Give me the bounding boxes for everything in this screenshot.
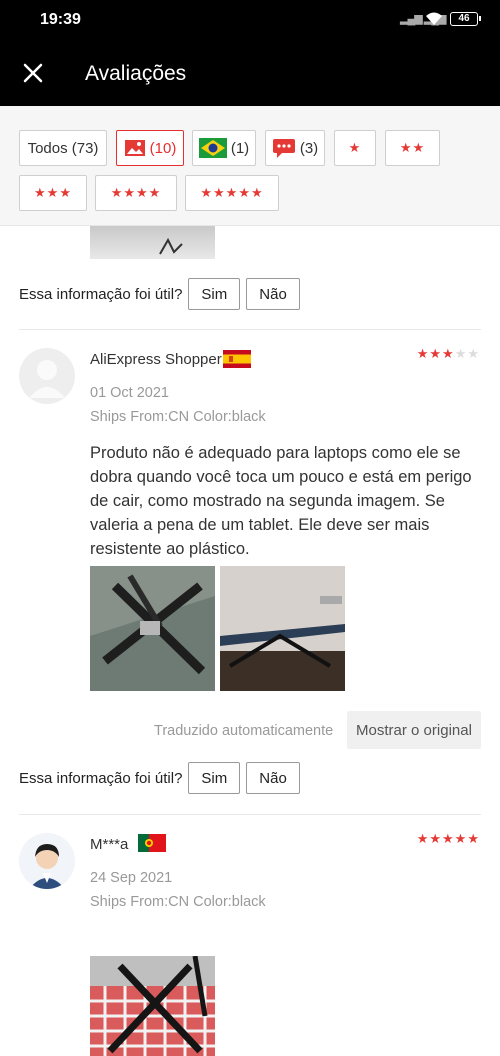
- avatar: [19, 833, 75, 889]
- review-photo[interactable]: [90, 956, 215, 1056]
- brazil-flag-icon: [198, 138, 227, 158]
- review-list[interactable]: Essa informação foi útil? Sim Não AliExp…: [0, 226, 500, 1056]
- review-filter-bar: Todos (73) (10) (1) (3) ★ ★★ ★★★ ★★★★ ★★…: [0, 106, 500, 226]
- app-header: Avaliações: [0, 40, 500, 106]
- filter-all[interactable]: Todos (73): [19, 130, 107, 166]
- comment-icon: [272, 139, 295, 158]
- photo-content: [90, 956, 215, 1056]
- filter-country[interactable]: (1): [192, 130, 256, 166]
- divider: [19, 814, 481, 815]
- helpful-no-button[interactable]: Não: [246, 278, 300, 310]
- filter-country-count: (1): [230, 139, 250, 157]
- review-photo[interactable]: [220, 566, 345, 691]
- stars-filled: ★★★★★: [416, 831, 480, 846]
- image-icon: [124, 140, 145, 156]
- filter-comments-count: (3): [299, 139, 319, 157]
- stars-icon: ★★★: [34, 185, 72, 200]
- filter-comments[interactable]: (3): [265, 130, 325, 166]
- helpful-question: Essa informação foi útil?: [19, 769, 183, 787]
- stars-filled: ★★★: [416, 346, 455, 361]
- helpful-yes-button[interactable]: Sim: [188, 278, 241, 310]
- review-date: 01 Oct 2021: [90, 385, 169, 401]
- stars-icon: ★★★★: [110, 185, 162, 200]
- helpful-no-button[interactable]: Não: [246, 762, 300, 794]
- review-meta: Ships From:CN Color:black: [90, 409, 266, 425]
- auto-translated-note: Traduzido automaticamente: [154, 723, 334, 739]
- user-avatar-icon: [19, 833, 75, 889]
- divider: [19, 329, 481, 330]
- show-original-label: Mostrar o original: [356, 721, 472, 739]
- show-original-button[interactable]: Mostrar o original: [347, 711, 481, 749]
- helpful-prompt: Essa informação foi útil? Sim Não: [19, 762, 300, 794]
- wifi-icon: [426, 12, 442, 25]
- portugal-flag-icon: [138, 834, 166, 852]
- star-icon: ★: [348, 140, 362, 155]
- review-date: 24 Sep 2021: [90, 870, 173, 886]
- avatar: [19, 348, 75, 404]
- review-photo[interactable]: [90, 566, 215, 691]
- review-meta: Ships From:CN Color:black: [90, 894, 266, 910]
- battery-icon: 46: [450, 12, 481, 26]
- close-icon[interactable]: [20, 60, 46, 86]
- status-time: 19:39: [40, 11, 81, 28]
- review-rating: ★★★★★: [417, 346, 480, 362]
- filter-3-stars[interactable]: ★★★: [19, 175, 87, 211]
- reviewer-name: AliExpress Shopper: [90, 351, 222, 368]
- filter-4-stars[interactable]: ★★★★: [95, 175, 177, 211]
- default-avatar-icon: [29, 360, 65, 398]
- filter-2-stars[interactable]: ★★: [385, 130, 440, 166]
- review-photo[interactable]: [90, 226, 215, 259]
- filter-1-star[interactable]: ★: [334, 130, 376, 166]
- stars-empty: ★★: [454, 346, 480, 361]
- stars-icon: ★★★★★: [200, 185, 264, 200]
- spain-flag-icon: [223, 350, 251, 368]
- helpful-question: Essa informação foi útil?: [19, 285, 183, 303]
- review-rating: ★★★★★: [417, 831, 480, 847]
- filter-all-label: Todos (73): [27, 139, 99, 157]
- review-text: Produto não é adequado para laptops como…: [90, 444, 472, 558]
- photo-content: [90, 566, 215, 691]
- photo-content: [159, 237, 183, 255]
- filter-5-stars[interactable]: ★★★★★: [185, 175, 279, 211]
- page-title: Avaliações: [85, 62, 187, 85]
- photo-content: [220, 566, 345, 691]
- reviewer-name: M***a: [90, 836, 129, 853]
- filter-photos[interactable]: (10): [116, 130, 184, 166]
- helpful-prompt: Essa informação foi útil? Sim Não: [19, 278, 300, 310]
- status-bar: 19:39 ▂▄▆ ▂▄▆ 46: [0, 0, 500, 40]
- filter-photos-count: (10): [149, 139, 177, 157]
- helpful-yes-button[interactable]: Sim: [188, 762, 241, 794]
- stars-icon: ★★: [399, 140, 426, 155]
